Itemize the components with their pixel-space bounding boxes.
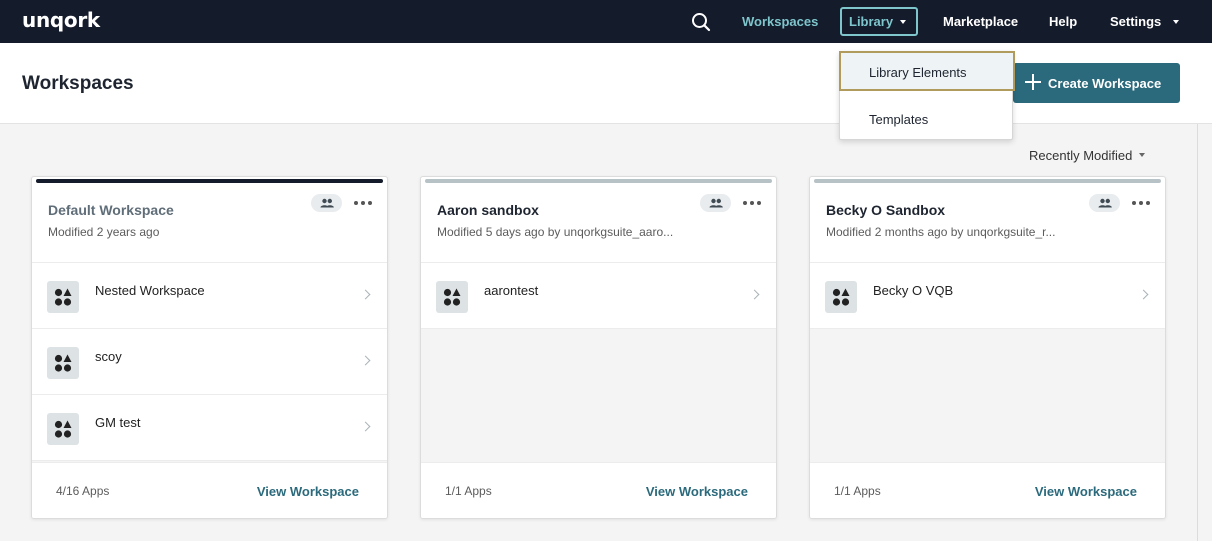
card-accent-bar (36, 179, 383, 183)
apps-count: 1/1 Apps (445, 484, 492, 498)
nav-settings[interactable]: Settings (1110, 14, 1179, 29)
people-icon[interactable] (311, 194, 342, 212)
unqork-logo[interactable]: unqork (22, 8, 100, 32)
more-icon[interactable] (1132, 201, 1150, 207)
app-list: Nested Workspace scoy GM test (32, 262, 387, 462)
app-list: Becky O VQB (810, 262, 1165, 462)
apps-count: 4/16 Apps (56, 484, 110, 498)
card-footer: 1/1 Apps View Workspace (421, 462, 776, 518)
app-name: scoy (95, 349, 122, 364)
view-workspace-link[interactable]: View Workspace (646, 484, 748, 499)
nav-workspaces[interactable]: Workspaces (742, 14, 818, 29)
app-shapes-icon (825, 281, 857, 313)
app-shapes-icon (47, 413, 79, 445)
workspace-modified: Modified 5 days ago by unqorkgsuite_aaro… (437, 225, 674, 239)
top-nav: unqork Workspaces Library Marketplace He… (0, 0, 1212, 43)
people-icon[interactable] (700, 194, 731, 212)
sort-label: Recently Modified (1029, 148, 1133, 163)
apps-count: 1/1 Apps (834, 484, 881, 498)
search-icon[interactable] (690, 11, 712, 33)
more-icon[interactable] (354, 201, 372, 207)
nav-library-label: Library (849, 14, 894, 29)
chevron-down-icon (1139, 152, 1146, 157)
chevron-right-icon (360, 355, 371, 366)
scrollbar-track (1197, 124, 1198, 541)
page-header: Workspaces Create Workspace (0, 43, 1212, 124)
app-name: Nested Workspace (95, 283, 205, 298)
chevron-right-icon (360, 421, 371, 432)
chevron-right-icon (1138, 289, 1149, 300)
chevron-down-icon (1173, 20, 1179, 24)
library-dropdown-menu: Library Elements Templates (839, 51, 1015, 140)
app-row[interactable]: scoy (32, 329, 387, 395)
app-shapes-icon (436, 281, 468, 313)
nav-help[interactable]: Help (1049, 14, 1077, 29)
app-row[interactable]: aarontest (421, 263, 776, 329)
card-accent-bar (425, 179, 772, 183)
chevron-right-icon (360, 289, 371, 300)
workspace-card[interactable]: Aaron sandbox Modified 5 days ago by unq… (420, 176, 777, 519)
chevron-right-icon (749, 289, 760, 300)
menu-item-templates[interactable]: Templates (840, 99, 1014, 139)
nav-library-dropdown[interactable]: Library (840, 7, 918, 36)
app-name: GM test (95, 415, 141, 430)
workspace-title[interactable]: Aaron sandbox (437, 202, 539, 218)
view-workspace-link[interactable]: View Workspace (257, 484, 359, 499)
create-workspace-button[interactable]: Create Workspace (1013, 63, 1180, 103)
app-shapes-icon (47, 347, 79, 379)
workspace-modified: Modified 2 months ago by unqorkgsuite_r.… (826, 225, 1056, 239)
app-row[interactable]: GM test (32, 395, 387, 461)
workspace-card[interactable]: Becky O Sandbox Modified 2 months ago by… (809, 176, 1166, 519)
app-list: aarontest (421, 262, 776, 462)
workspace-card[interactable]: Default Workspace Modified 2 years ago N… (31, 176, 388, 519)
app-name: aarontest (484, 283, 539, 298)
nav-settings-label: Settings (1110, 14, 1162, 29)
app-name: Becky O VQB (873, 283, 954, 298)
app-shapes-icon (47, 281, 79, 313)
app-row[interactable]: Becky O VQB (810, 263, 1165, 329)
card-footer: 1/1 Apps View Workspace (810, 462, 1165, 518)
card-accent-bar (814, 179, 1161, 183)
app-row[interactable]: Nested Workspace (32, 263, 387, 329)
menu-item-library-elements[interactable]: Library Elements (839, 51, 1015, 91)
people-icon[interactable] (1089, 194, 1120, 212)
nav-marketplace[interactable]: Marketplace (943, 14, 1018, 29)
more-icon[interactable] (743, 201, 761, 207)
card-footer: 4/16 Apps View Workspace (32, 462, 387, 518)
workspace-modified: Modified 2 years ago (48, 225, 160, 239)
view-workspace-link[interactable]: View Workspace (1035, 484, 1137, 499)
workspace-title[interactable]: Becky O Sandbox (826, 202, 945, 218)
chevron-down-icon (900, 20, 906, 24)
page-title: Workspaces (22, 73, 134, 94)
sort-dropdown[interactable]: Recently Modified (1029, 148, 1146, 163)
plus-icon (1025, 74, 1041, 90)
workspace-title[interactable]: Default Workspace (48, 202, 174, 218)
create-workspace-label: Create Workspace (1048, 76, 1162, 91)
